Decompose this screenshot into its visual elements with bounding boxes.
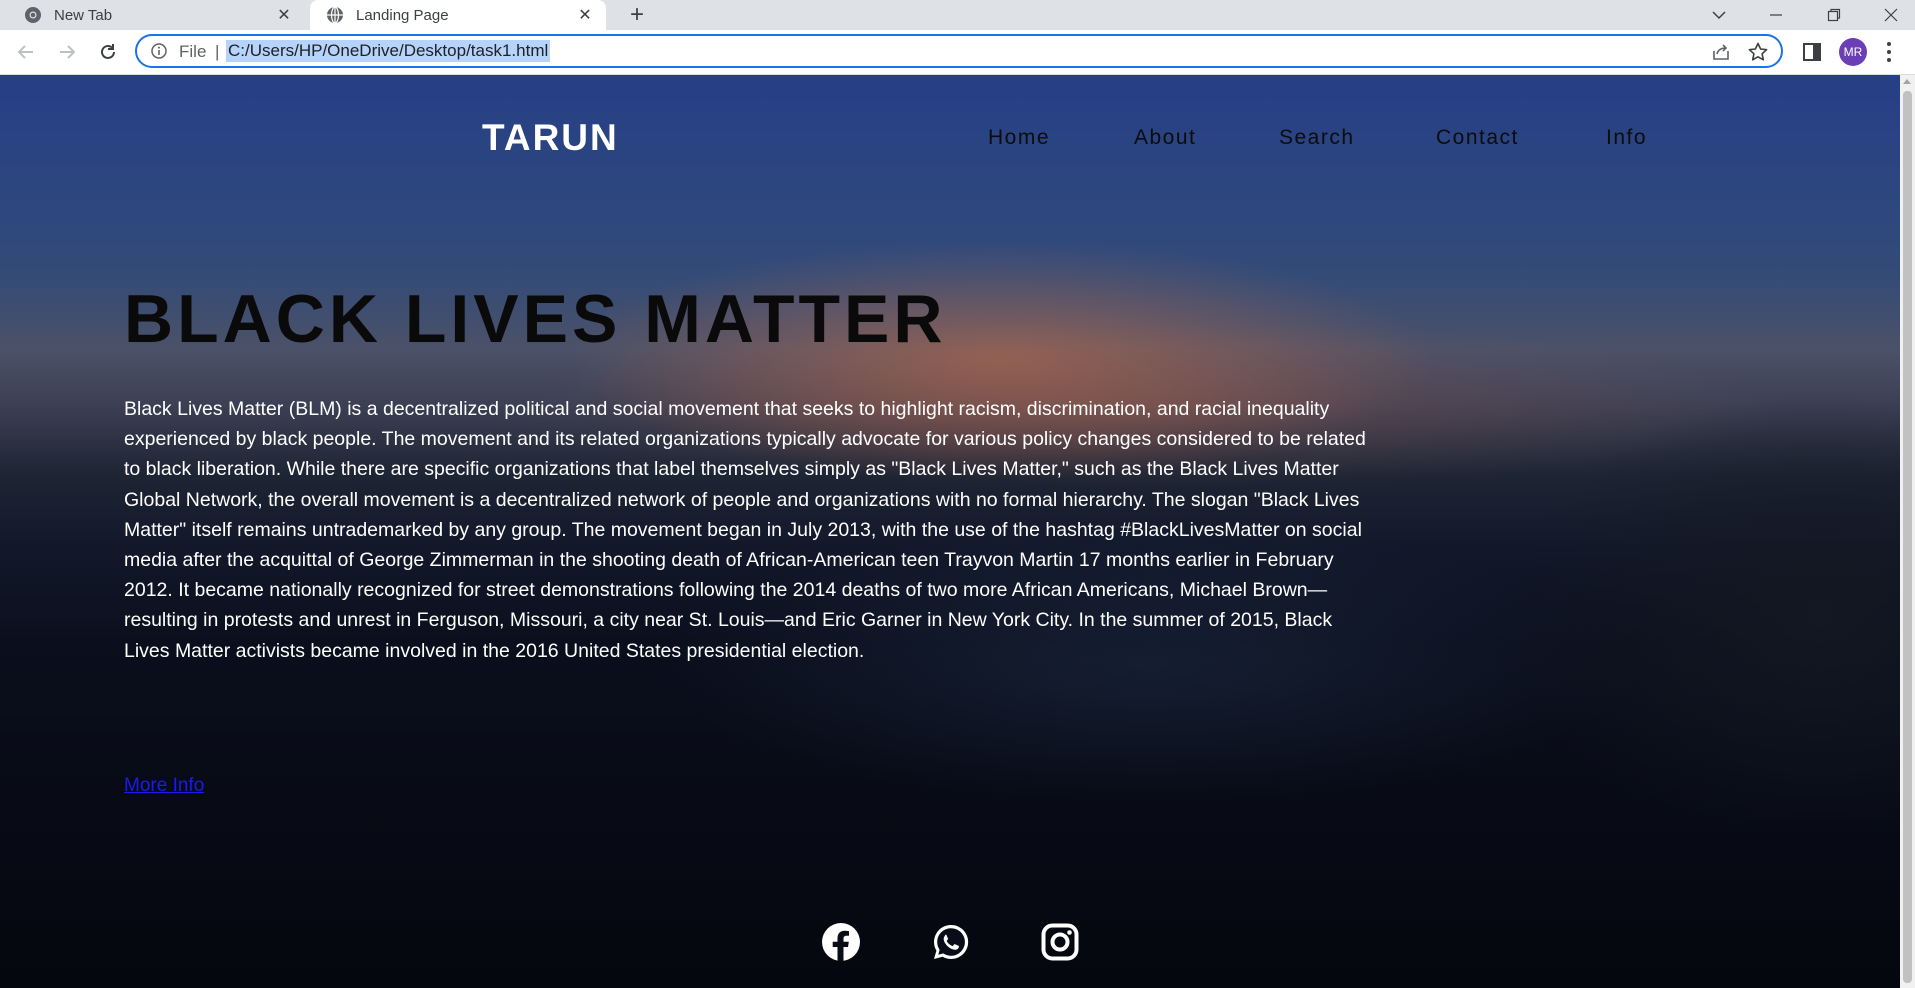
url-text[interactable]: C:/Users/HP/OneDrive/Desktop/task1.html	[226, 40, 551, 62]
instagram-icon[interactable]	[1040, 922, 1080, 967]
nav-search[interactable]: Search	[1279, 126, 1355, 150]
hero-title: BLACK LIVES MATTER	[124, 281, 947, 357]
whatsapp-icon[interactable]	[931, 922, 971, 967]
nav-about[interactable]: About	[1134, 126, 1196, 150]
nav-contact[interactable]: Contact	[1436, 126, 1519, 150]
tab-title: Landing Page	[356, 6, 449, 24]
site-logo[interactable]: TARUN	[482, 117, 619, 159]
nav-info[interactable]: Info	[1606, 126, 1647, 150]
tab-strip: New Tab ✕ Landing Page ✕ +	[0, 0, 1915, 30]
scroll-up-arrow-icon[interactable]	[1903, 79, 1911, 84]
page-scrollbar[interactable]	[1900, 75, 1915, 988]
tab-search-icon[interactable]	[1695, 0, 1743, 30]
forward-icon[interactable]	[54, 39, 80, 65]
hero-description: Black Lives Matter (BLM) is a decentrali…	[124, 398, 1366, 662]
close-tab-icon[interactable]: ✕	[576, 6, 594, 24]
nav-home[interactable]: Home	[988, 126, 1050, 150]
new-tab-icon[interactable]: +	[625, 1, 649, 28]
scroll-thumb[interactable]	[1903, 91, 1912, 983]
close-window-icon[interactable]	[1867, 0, 1915, 30]
info-icon[interactable]	[151, 43, 167, 59]
scheme-separator: |	[215, 42, 220, 61]
background-hill	[1300, 320, 1900, 820]
back-icon[interactable]	[13, 39, 39, 65]
tab-landing-page[interactable]: Landing Page ✕	[310, 0, 606, 30]
tab-title: New Tab	[54, 6, 113, 24]
restore-icon[interactable]	[1810, 0, 1858, 30]
scheme-label: File	[179, 42, 207, 61]
close-tab-icon[interactable]: ✕	[275, 6, 293, 24]
facebook-icon[interactable]	[821, 922, 861, 967]
share-icon[interactable]	[1711, 42, 1731, 62]
reload-icon[interactable]	[95, 39, 121, 65]
profile-avatar[interactable]: MR	[1839, 38, 1867, 66]
more-info-link[interactable]: More Info	[124, 775, 204, 797]
minimize-icon[interactable]	[1752, 0, 1800, 30]
browser-toolbar: File | C:/Users/HP/OneDrive/Desktop/task…	[0, 30, 1915, 75]
tab-new-tab[interactable]: New Tab ✕	[0, 0, 305, 30]
globe-icon	[326, 6, 344, 24]
menu-icon[interactable]	[1884, 40, 1894, 64]
address-bar[interactable]: File | C:/Users/HP/OneDrive/Desktop/task…	[135, 34, 1783, 68]
page-viewport: TARUN Home About Search Contact Info BLA…	[0, 75, 1900, 988]
chrome-icon	[24, 6, 42, 24]
bookmark-star-icon[interactable]	[1747, 41, 1769, 63]
side-panel-icon[interactable]	[1802, 42, 1822, 62]
